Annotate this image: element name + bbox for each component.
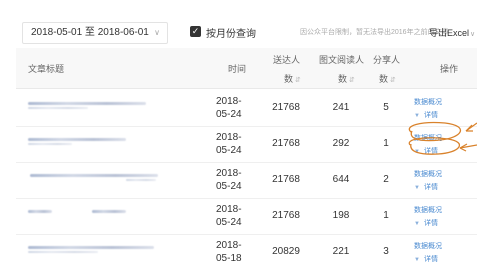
column-header-title: 文章标题	[28, 64, 65, 74]
row-shares: 1	[383, 138, 389, 149]
column-header-shares: 分享人	[373, 55, 401, 65]
sort-icon[interactable]: ⇵	[349, 77, 355, 84]
table-header: 文章标题 时间 送达人 数 ⇵ 图文阅读人 数 ⇵ 分享人 数 ⇵ 操作	[16, 48, 477, 89]
caret-down-icon: ▼	[414, 113, 420, 119]
column-header-reach-sort[interactable]: 数 ⇵	[284, 72, 301, 85]
data-overview-link[interactable]: 数据概况	[414, 97, 442, 107]
row-reads: 198	[332, 210, 350, 221]
article-title-redacted[interactable]	[28, 102, 146, 105]
month-query-checkbox[interactable]: ✓ 按月份查询	[190, 26, 262, 40]
article-data-page: 2018-05-01 至 2018-06-01 ∨ ✓ 按月份查询 因公众平台限…	[0, 0, 477, 264]
column-header-shares-sort[interactable]: 数 ⇵	[379, 72, 396, 85]
month-query-label: 按月份查询	[206, 29, 256, 40]
table-row: 2018- 05-24 21768 644 2 数据概况 ▼ 详情	[16, 162, 477, 199]
row-date: 2018- 05-24	[216, 204, 242, 228]
export-limit-note: 因公众平台限制，暂无法导出2016年之前的文章	[300, 29, 449, 36]
data-overview-link[interactable]: 数据概况	[414, 169, 442, 179]
row-reads: 221	[332, 246, 350, 257]
row-shares: 2	[383, 174, 389, 185]
row-reach: 21768	[272, 174, 300, 185]
row-reads: 644	[332, 174, 350, 185]
column-header-shares-unit: 数	[379, 74, 389, 84]
row-date: 2018- 05-24	[216, 168, 242, 192]
row-shares: 5	[383, 102, 389, 113]
table-row: 2018- 05-24 21768 292 1 数据概况 ▼ 详情	[16, 126, 477, 163]
details-toggle[interactable]: ▼ 详情	[414, 254, 438, 264]
row-reads: 292	[332, 138, 350, 149]
row-date: 2018- 05-24	[216, 96, 242, 120]
details-toggle[interactable]: ▼ 详情	[414, 146, 438, 156]
checkbox-checked-icon[interactable]: ✓	[190, 26, 201, 37]
details-toggle[interactable]: ▼ 详情	[414, 218, 438, 228]
article-title-redacted-line	[126, 179, 156, 181]
sort-icon[interactable]: ⇵	[390, 77, 396, 84]
details-label: 详情	[423, 148, 438, 155]
column-header-reach-unit: 数	[284, 74, 294, 84]
details-label: 详情	[423, 220, 438, 227]
details-label: 详情	[423, 112, 438, 119]
column-header-time: 时间	[228, 64, 247, 74]
caret-down-icon: ▼	[414, 221, 420, 227]
chevron-down-icon: ∨	[154, 28, 160, 37]
article-title-redacted[interactable]	[30, 174, 158, 177]
caret-down-icon: ▼	[414, 149, 420, 155]
details-label: 详情	[423, 256, 438, 263]
chevron-down-icon: ∨	[470, 31, 476, 38]
column-header-reads-unit: 数	[338, 74, 348, 84]
row-reach: 21768	[272, 138, 300, 149]
row-reach: 21768	[272, 210, 300, 221]
article-title-redacted[interactable]	[28, 210, 52, 213]
article-title-redacted-line	[28, 143, 72, 145]
export-excel-label: 导出Excel	[429, 28, 470, 38]
column-header-reads: 图文阅读人	[319, 55, 365, 65]
data-overview-link[interactable]: 数据概况	[414, 133, 442, 143]
row-shares: 1	[383, 210, 389, 221]
caret-down-icon: ▼	[414, 185, 420, 191]
article-title-redacted-part	[92, 210, 126, 213]
row-reads: 241	[332, 102, 350, 113]
row-reach: 21768	[272, 102, 300, 113]
details-toggle[interactable]: ▼ 详情	[414, 110, 438, 120]
table-row: 2018- 05-24 21768 241 5 数据概况 ▼ 详情	[16, 90, 477, 127]
sort-icon[interactable]: ⇵	[295, 77, 301, 84]
row-reach: 20829	[272, 246, 300, 257]
data-overview-link[interactable]: 数据概况	[414, 205, 442, 215]
row-shares: 3	[383, 246, 389, 257]
article-title-redacted[interactable]	[28, 246, 154, 249]
date-range-value: 2018-05-01 至 2018-06-01	[31, 27, 149, 38]
row-date: 2018- 05-18	[216, 240, 242, 264]
details-label: 详情	[423, 184, 438, 191]
caret-down-icon: ▼	[414, 257, 420, 263]
article-title-redacted-line	[28, 107, 88, 109]
article-title-redacted[interactable]	[28, 138, 126, 141]
column-header-reach: 送达人	[273, 55, 301, 65]
row-date: 2018- 05-24	[216, 132, 242, 156]
column-header-reads-sort[interactable]: 数 ⇵	[338, 72, 355, 85]
data-overview-link[interactable]: 数据概况	[414, 241, 442, 251]
table-row: 2018- 05-18 20829 221 3 数据概况 ▼ 详情	[16, 234, 477, 264]
details-toggle[interactable]: ▼ 详情	[414, 182, 438, 192]
date-range-picker[interactable]: 2018-05-01 至 2018-06-01 ∨	[22, 22, 168, 44]
export-excel-button[interactable]: 导出Excel∨	[429, 26, 475, 39]
table-row: 2018- 05-24 21768 198 1 数据概况 ▼ 详情	[16, 198, 477, 235]
column-header-ops: 操作	[440, 64, 459, 74]
article-title-redacted-line	[28, 251, 98, 253]
